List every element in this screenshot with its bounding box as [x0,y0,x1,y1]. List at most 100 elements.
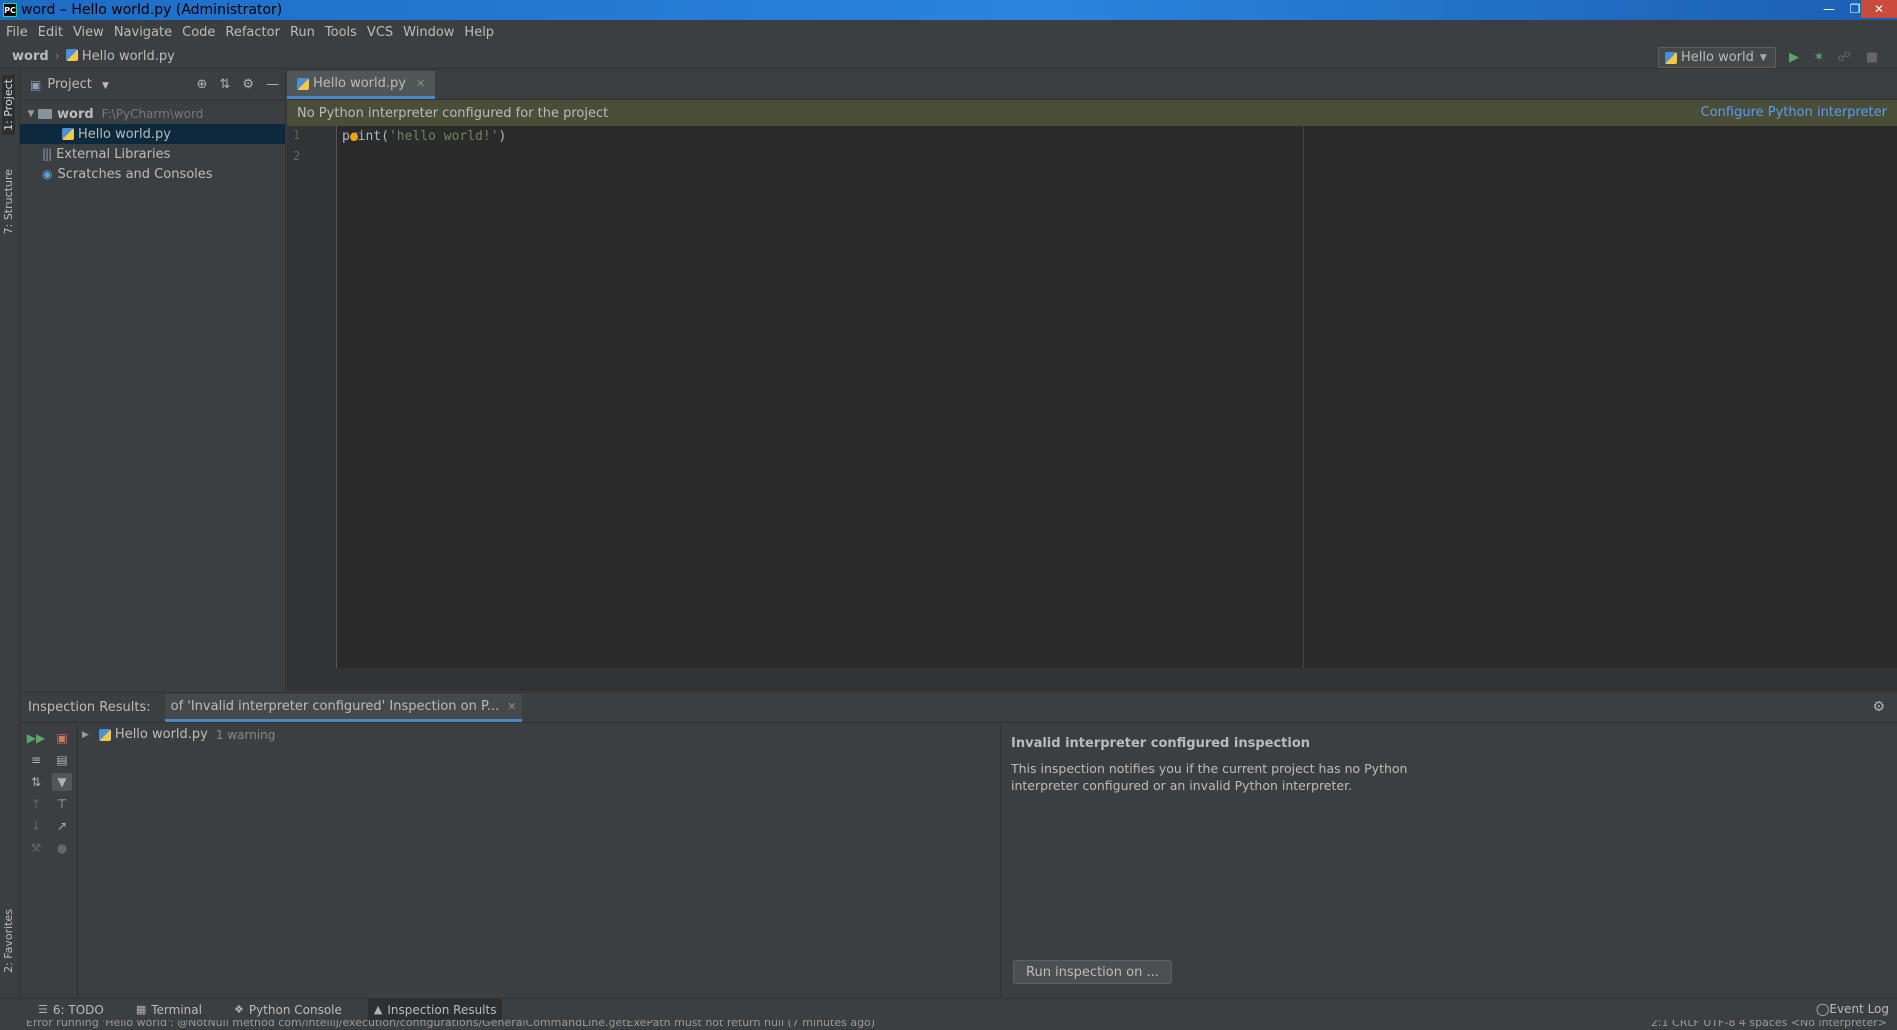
code-editor[interactable]: print('hello world!') [342,126,1842,168]
inspection-tab[interactable]: of 'Invalid interpreter configured' Insp… [164,693,523,722]
group-by-icon[interactable]: ▤ [52,751,72,769]
lightbulb-icon[interactable]: ● [52,839,72,857]
run-configuration-selector[interactable]: Hello world ▼ [1658,47,1776,68]
wrench-icon[interactable]: ⚒ [26,839,46,857]
configure-interpreter-link[interactable]: Configure Python interpreter [1701,105,1887,120]
close-window-icon[interactable]: ✕ [1861,0,1897,18]
tool-tab-label: Inspection Results [387,1002,497,1017]
folder-icon [38,109,52,119]
collapse-all-icon[interactable]: ⇅ [219,77,230,92]
todo-icon: ☰ [38,1003,48,1016]
export-icon[interactable]: ↗ [52,817,72,835]
menu-window[interactable]: Window [403,25,454,40]
python-file-icon [62,128,74,140]
interpreter-warning-banner: No Python interpreter configured for the… [287,100,1897,126]
event-log-button[interactable]: ◯ Event Log [1816,1002,1889,1016]
inspection-results-panel: Inspection Results: of 'Invalid interpre… [20,692,1897,999]
menu-vcs[interactable]: VCS [367,25,393,40]
inspection-header: Inspection Results: of 'Invalid interpre… [20,693,1897,723]
event-log-label: Event Log [1829,1002,1889,1016]
menu-refactor[interactable]: Refactor [225,25,280,40]
tree-item-hello-world[interactable]: Hello world.py [20,124,285,144]
tool-tab-label: Python Console [248,1002,342,1017]
minimize-icon[interactable]: — [1816,0,1842,18]
breadcrumb: word › Hello world.py [0,44,1897,69]
python-file-icon [98,728,111,741]
next-problem-icon[interactable]: ↓ [26,817,46,835]
gear-icon[interactable]: ⚙ [1872,699,1885,715]
previous-problem-icon[interactable]: ↑ [26,795,46,813]
tree-item-project-root[interactable]: ▼ word F:\PyCharm\word [20,104,285,124]
close-tab-icon[interactable]: ✕ [507,700,516,713]
breadcrumb-file[interactable]: Hello world.py [65,48,175,64]
tree-item-label: Hello world.py [78,126,171,142]
stop-icon: ■ [1865,49,1879,65]
tool-tab-terminal[interactable]: ▦ Terminal [130,999,208,1021]
filter-settings-icon[interactable]: ⊤ [52,795,72,813]
inspection-tab-label: of 'Invalid interpreter configured' Insp… [170,698,500,714]
hide-panel-icon[interactable]: — [266,77,279,92]
inspection-label: Inspection Results: [28,700,151,715]
banner-message: No Python interpreter configured for the… [297,105,609,121]
menu-navigate[interactable]: Navigate [114,25,172,40]
menu-edit[interactable]: Edit [38,25,63,40]
close-tab-icon[interactable]: ✕ [416,77,425,90]
project-panel: ▣ Project ▼ ⊕ ⇅ ⚙ — ▼ word F:\PyCharm\wo… [20,69,286,691]
tool-tab-favorites[interactable]: 2: Favorites [2,905,15,977]
tool-tab-project[interactable]: 1: Project [2,75,15,135]
debug-button[interactable]: ✶ [1809,48,1829,66]
editor-horizontal-scrollbar[interactable] [287,668,1897,691]
terminal-icon: ▦ [135,1003,147,1016]
line-number: 2 [293,149,301,163]
expand-all-icon[interactable]: ≡ [26,751,46,769]
expand-arrow-icon[interactable]: ▶ [82,730,89,740]
project-view-icon: ▣ [30,77,42,92]
project-view-selector[interactable]: Project ▼ [47,77,109,92]
menu-view[interactable]: View [73,25,104,40]
menu-run[interactable]: Run [290,25,315,40]
tool-tab-todo[interactable]: ☰ 6: TODO [32,999,110,1021]
tool-tab-structure[interactable]: 7: Structure [2,165,15,238]
run-configuration-label: Hello world [1681,50,1754,65]
status-message[interactable]: Error running 'Hello world': @NotNull me… [26,1020,875,1029]
status-widgets[interactable]: 2:1 CRLF UTF-8 4 spaces <No interpreter> [1651,1020,1887,1029]
warning-count: 1 warning [215,727,276,742]
tree-item-label: Scratches and Consoles [57,166,213,182]
inspection-description: Invalid interpreter configured inspectio… [1000,724,1897,999]
gear-icon[interactable]: ⚙ [242,77,254,92]
menu-tools[interactable]: Tools [325,25,357,40]
menu-code[interactable]: Code [182,25,215,40]
editor-tab-hello-world[interactable]: Hello world.py ✕ [287,71,436,99]
status-bar: Error running 'Hello world': @NotNull me… [0,1020,1897,1030]
project-view-label: Project [47,77,92,92]
code-line[interactable] [342,147,1842,168]
pycharm-logo-icon: PC [3,3,17,17]
tree-item-external-libraries[interactable]: ||| External Libraries [20,144,285,164]
title-bar: PC word – Hello world.py (Administrator)… [0,0,1897,20]
code-line[interactable]: print('hello world!') [342,126,1842,147]
run-with-coverage-button[interactable]: ☍ [1834,48,1854,66]
stop-button[interactable]: ■ [1862,48,1882,66]
tool-tab-python-console[interactable]: ❖ Python Console [228,999,348,1021]
line-number: 1 [293,128,301,142]
locate-icon[interactable]: ⊕ [197,77,208,92]
expand-arrow-icon[interactable]: ▼ [24,109,38,119]
run-inspection-button[interactable]: Run inspection on ... [1013,960,1172,984]
collapse-all-icon[interactable]: ⇅ [26,773,46,791]
inspection-icon: ▲ [373,1003,383,1016]
menu-file[interactable]: File [6,25,28,40]
project-panel-header: ▣ Project ▼ ⊕ ⇅ ⚙ — [20,69,285,101]
bottom-tool-tabs: ☰ 6: TODO ▦ Terminal ❖ Python Console ▲ Insp… [0,998,1897,1021]
filter-icon[interactable]: ▼ [52,773,72,791]
tree-item-label: External Libraries [56,146,171,162]
tool-tab-inspection-results[interactable]: ▲ Inspection Results [367,998,503,1021]
menu-help[interactable]: Help [464,25,494,40]
intention-bulb-icon[interactable] [350,133,358,141]
breadcrumb-project[interactable]: word [12,49,49,64]
scratches-icon: ◉ [42,167,53,181]
rerun-icon[interactable]: ▶▶ [26,729,46,747]
stop-inspection-icon[interactable]: ▣ [52,729,72,747]
tree-item-scratches[interactable]: ◉ Scratches and Consoles [20,164,285,184]
run-button[interactable]: ▶ [1784,48,1804,66]
inspection-tree-item[interactable]: ▶ Hello world.py 1 warning [82,727,275,742]
